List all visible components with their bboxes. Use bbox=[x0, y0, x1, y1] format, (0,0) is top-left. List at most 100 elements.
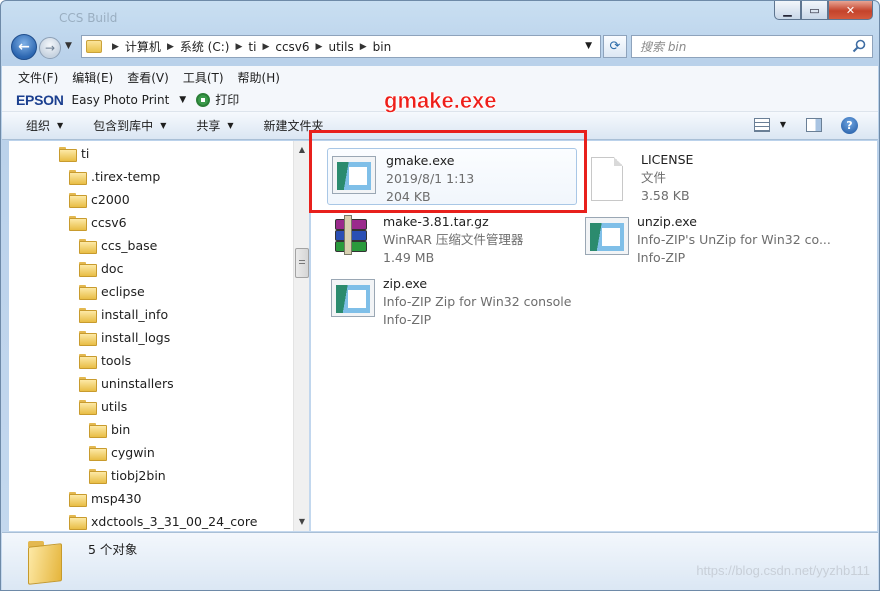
easy-photo-print-button[interactable]: Easy Photo Print bbox=[72, 93, 170, 107]
preview-pane-icon[interactable] bbox=[806, 118, 822, 132]
menu-tools[interactable]: 工具(T) bbox=[183, 69, 224, 86]
file-item-zip[interactable]: zip.exe Info-ZIP Zip for Win32 console I… bbox=[331, 275, 571, 329]
refresh-icon: ⟳ bbox=[609, 39, 621, 54]
tree-item-label: utils bbox=[101, 398, 128, 414]
share-label: 共享 bbox=[196, 119, 221, 133]
folder-icon bbox=[69, 192, 87, 208]
folder-icon bbox=[79, 330, 97, 346]
tree-item-tirex-temp[interactable]: .tirex-temp bbox=[69, 165, 160, 187]
chevron-right-icon[interactable]: ▶ bbox=[316, 42, 323, 52]
tree-item-install-info[interactable]: install_info bbox=[79, 303, 168, 325]
help-icon[interactable]: ? bbox=[841, 117, 858, 134]
menu-file[interactable]: 文件(F) bbox=[18, 69, 58, 86]
chevron-right-icon[interactable]: ▶ bbox=[112, 42, 119, 52]
explorer-window: CCS Build ▁ ▭ ✕ ← → ▼ ▶ 计算机 ▶ 系统 (C:) ▶ ti… bbox=[0, 0, 880, 591]
menu-bar: 文件(F) 编辑(E) 查看(V) 工具(T) 帮助(H) bbox=[2, 66, 878, 88]
details-pane: 5 个对象 https://blog.csdn.net/yyzhb111 bbox=[2, 532, 878, 590]
tree-item-label: bin bbox=[111, 421, 131, 437]
file-company: Info-ZIP bbox=[637, 250, 686, 265]
minimize-button[interactable]: ▁ bbox=[774, 1, 801, 20]
tree-item-label: install_logs bbox=[101, 329, 171, 345]
tree-item-c2000[interactable]: c2000 bbox=[69, 188, 130, 210]
breadcrumb-utils[interactable]: utils bbox=[328, 40, 353, 54]
chevron-down-icon[interactable]: ▼ bbox=[179, 95, 186, 105]
folder-icon bbox=[79, 307, 97, 323]
chevron-right-icon[interactable]: ▶ bbox=[262, 42, 269, 52]
tree-item-label: cygwin bbox=[111, 444, 155, 460]
scrollbar-thumb[interactable] bbox=[295, 248, 309, 278]
search-input[interactable]: 搜索 bin bbox=[631, 35, 873, 58]
breadcrumb-drive-c[interactable]: 系统 (C:) bbox=[180, 38, 230, 55]
file-item-license[interactable]: LICENSE 文件 3.58 KB bbox=[587, 151, 693, 205]
chevron-right-icon[interactable]: ▶ bbox=[167, 42, 174, 52]
organize-button[interactable]: 组织 ▼ bbox=[26, 117, 63, 134]
highlight-annotation-box bbox=[309, 130, 587, 213]
winrar-archive-icon bbox=[331, 215, 371, 255]
tree-item-uninstallers[interactable]: uninstallers bbox=[79, 372, 174, 394]
scroll-up-icon[interactable]: ▲ bbox=[296, 143, 308, 157]
chevron-down-icon: ▼ bbox=[160, 121, 167, 130]
tree-item-msp430[interactable]: msp430 bbox=[69, 487, 141, 509]
folder-icon bbox=[69, 491, 87, 507]
tree-item-cygwin[interactable]: cygwin bbox=[89, 441, 155, 463]
recent-pages-dropdown[interactable]: ▼ bbox=[65, 41, 72, 51]
maximize-button[interactable]: ▭ bbox=[801, 1, 828, 20]
search-icon[interactable] bbox=[852, 39, 866, 53]
menu-help[interactable]: 帮助(H) bbox=[238, 69, 280, 86]
tree-item-label: tools bbox=[101, 352, 132, 368]
close-button[interactable]: ✕ bbox=[828, 1, 873, 20]
document-icon bbox=[591, 157, 623, 201]
tree-item-utils[interactable]: utils bbox=[79, 395, 127, 417]
tree-item-tools[interactable]: tools bbox=[79, 349, 131, 371]
epson-logo: EPSON bbox=[16, 91, 64, 108]
tree-scrollbar[interactable]: ▲ ▼ bbox=[293, 141, 309, 531]
chevron-down-icon: ▼ bbox=[227, 121, 234, 130]
view-options-icon[interactable] bbox=[754, 118, 770, 132]
refresh-button[interactable]: ⟳ bbox=[603, 35, 627, 58]
folder-icon bbox=[89, 422, 107, 438]
breadcrumb-computer[interactable]: 计算机 bbox=[125, 38, 161, 55]
back-button[interactable]: ← bbox=[11, 34, 37, 60]
file-size: 3.58 KB bbox=[641, 188, 690, 203]
print-icon[interactable] bbox=[196, 92, 211, 107]
include-in-library-button[interactable]: 包含到库中 ▼ bbox=[93, 117, 166, 134]
file-item-make-archive[interactable]: make-3.81.tar.gz WinRAR 压缩文件管理器 1.49 MB bbox=[331, 213, 523, 267]
tree-item-eclipse[interactable]: eclipse bbox=[79, 280, 145, 302]
file-name: zip.exe bbox=[383, 276, 428, 291]
menu-view[interactable]: 查看(V) bbox=[127, 69, 169, 86]
menu-edit[interactable]: 编辑(E) bbox=[72, 69, 113, 86]
tree-item-xdctools[interactable]: xdctools_3_31_00_24_core bbox=[69, 510, 257, 531]
chevron-right-icon[interactable]: ▶ bbox=[360, 42, 367, 52]
item-count: 5 个对象 bbox=[88, 542, 138, 557]
forward-button[interactable]: → bbox=[39, 37, 61, 59]
tree-item-label: c2000 bbox=[91, 191, 130, 207]
folder-icon bbox=[69, 215, 87, 231]
tree-item-bin[interactable]: bin bbox=[89, 418, 130, 440]
tree-item-ccsv6[interactable]: ccsv6 bbox=[69, 211, 127, 233]
annotation-label: gmake.exe bbox=[384, 88, 497, 114]
folder-icon bbox=[69, 514, 87, 530]
print-button[interactable]: 打印 bbox=[215, 91, 239, 108]
folder-icon bbox=[26, 539, 64, 581]
tree-item-tiobj2bin[interactable]: tiobj2bin bbox=[89, 464, 166, 486]
tree-item-label: .tirex-temp bbox=[91, 168, 161, 184]
breadcrumb-ccsv6[interactable]: ccsv6 bbox=[275, 40, 309, 54]
tree-item-doc[interactable]: doc bbox=[79, 257, 123, 279]
chevron-right-icon[interactable]: ▶ bbox=[235, 42, 242, 52]
address-bar[interactable]: ▶ 计算机 ▶ 系统 (C:) ▶ ti ▶ ccsv6 ▶ utils ▶ bin ▼ bbox=[81, 35, 601, 58]
folder-icon bbox=[79, 353, 97, 369]
tree-item-install-logs[interactable]: install_logs bbox=[79, 326, 170, 348]
tree-item-ti[interactable]: ti bbox=[59, 142, 89, 164]
scroll-down-icon[interactable]: ▼ bbox=[296, 515, 308, 529]
navigation-tree: ti .tirex-temp c2000 ccsv6 ccs_base doc … bbox=[9, 141, 309, 531]
share-button[interactable]: 共享 ▼ bbox=[196, 117, 233, 134]
chevron-down-icon[interactable]: ▼ bbox=[780, 120, 786, 129]
address-history-dropdown[interactable]: ▼ bbox=[585, 41, 592, 51]
file-item-unzip[interactable]: unzip.exe Info-ZIP's UnZip for Win32 co.… bbox=[585, 213, 831, 267]
tree-item-ccs-base[interactable]: ccs_base bbox=[79, 234, 157, 256]
organize-label: 组织 bbox=[26, 119, 51, 133]
breadcrumb-ti[interactable]: ti bbox=[248, 40, 256, 54]
watermark: https://blog.csdn.net/yyzhb111 bbox=[696, 563, 870, 578]
breadcrumb-bin[interactable]: bin bbox=[373, 40, 392, 54]
file-size: 1.49 MB bbox=[383, 250, 435, 265]
